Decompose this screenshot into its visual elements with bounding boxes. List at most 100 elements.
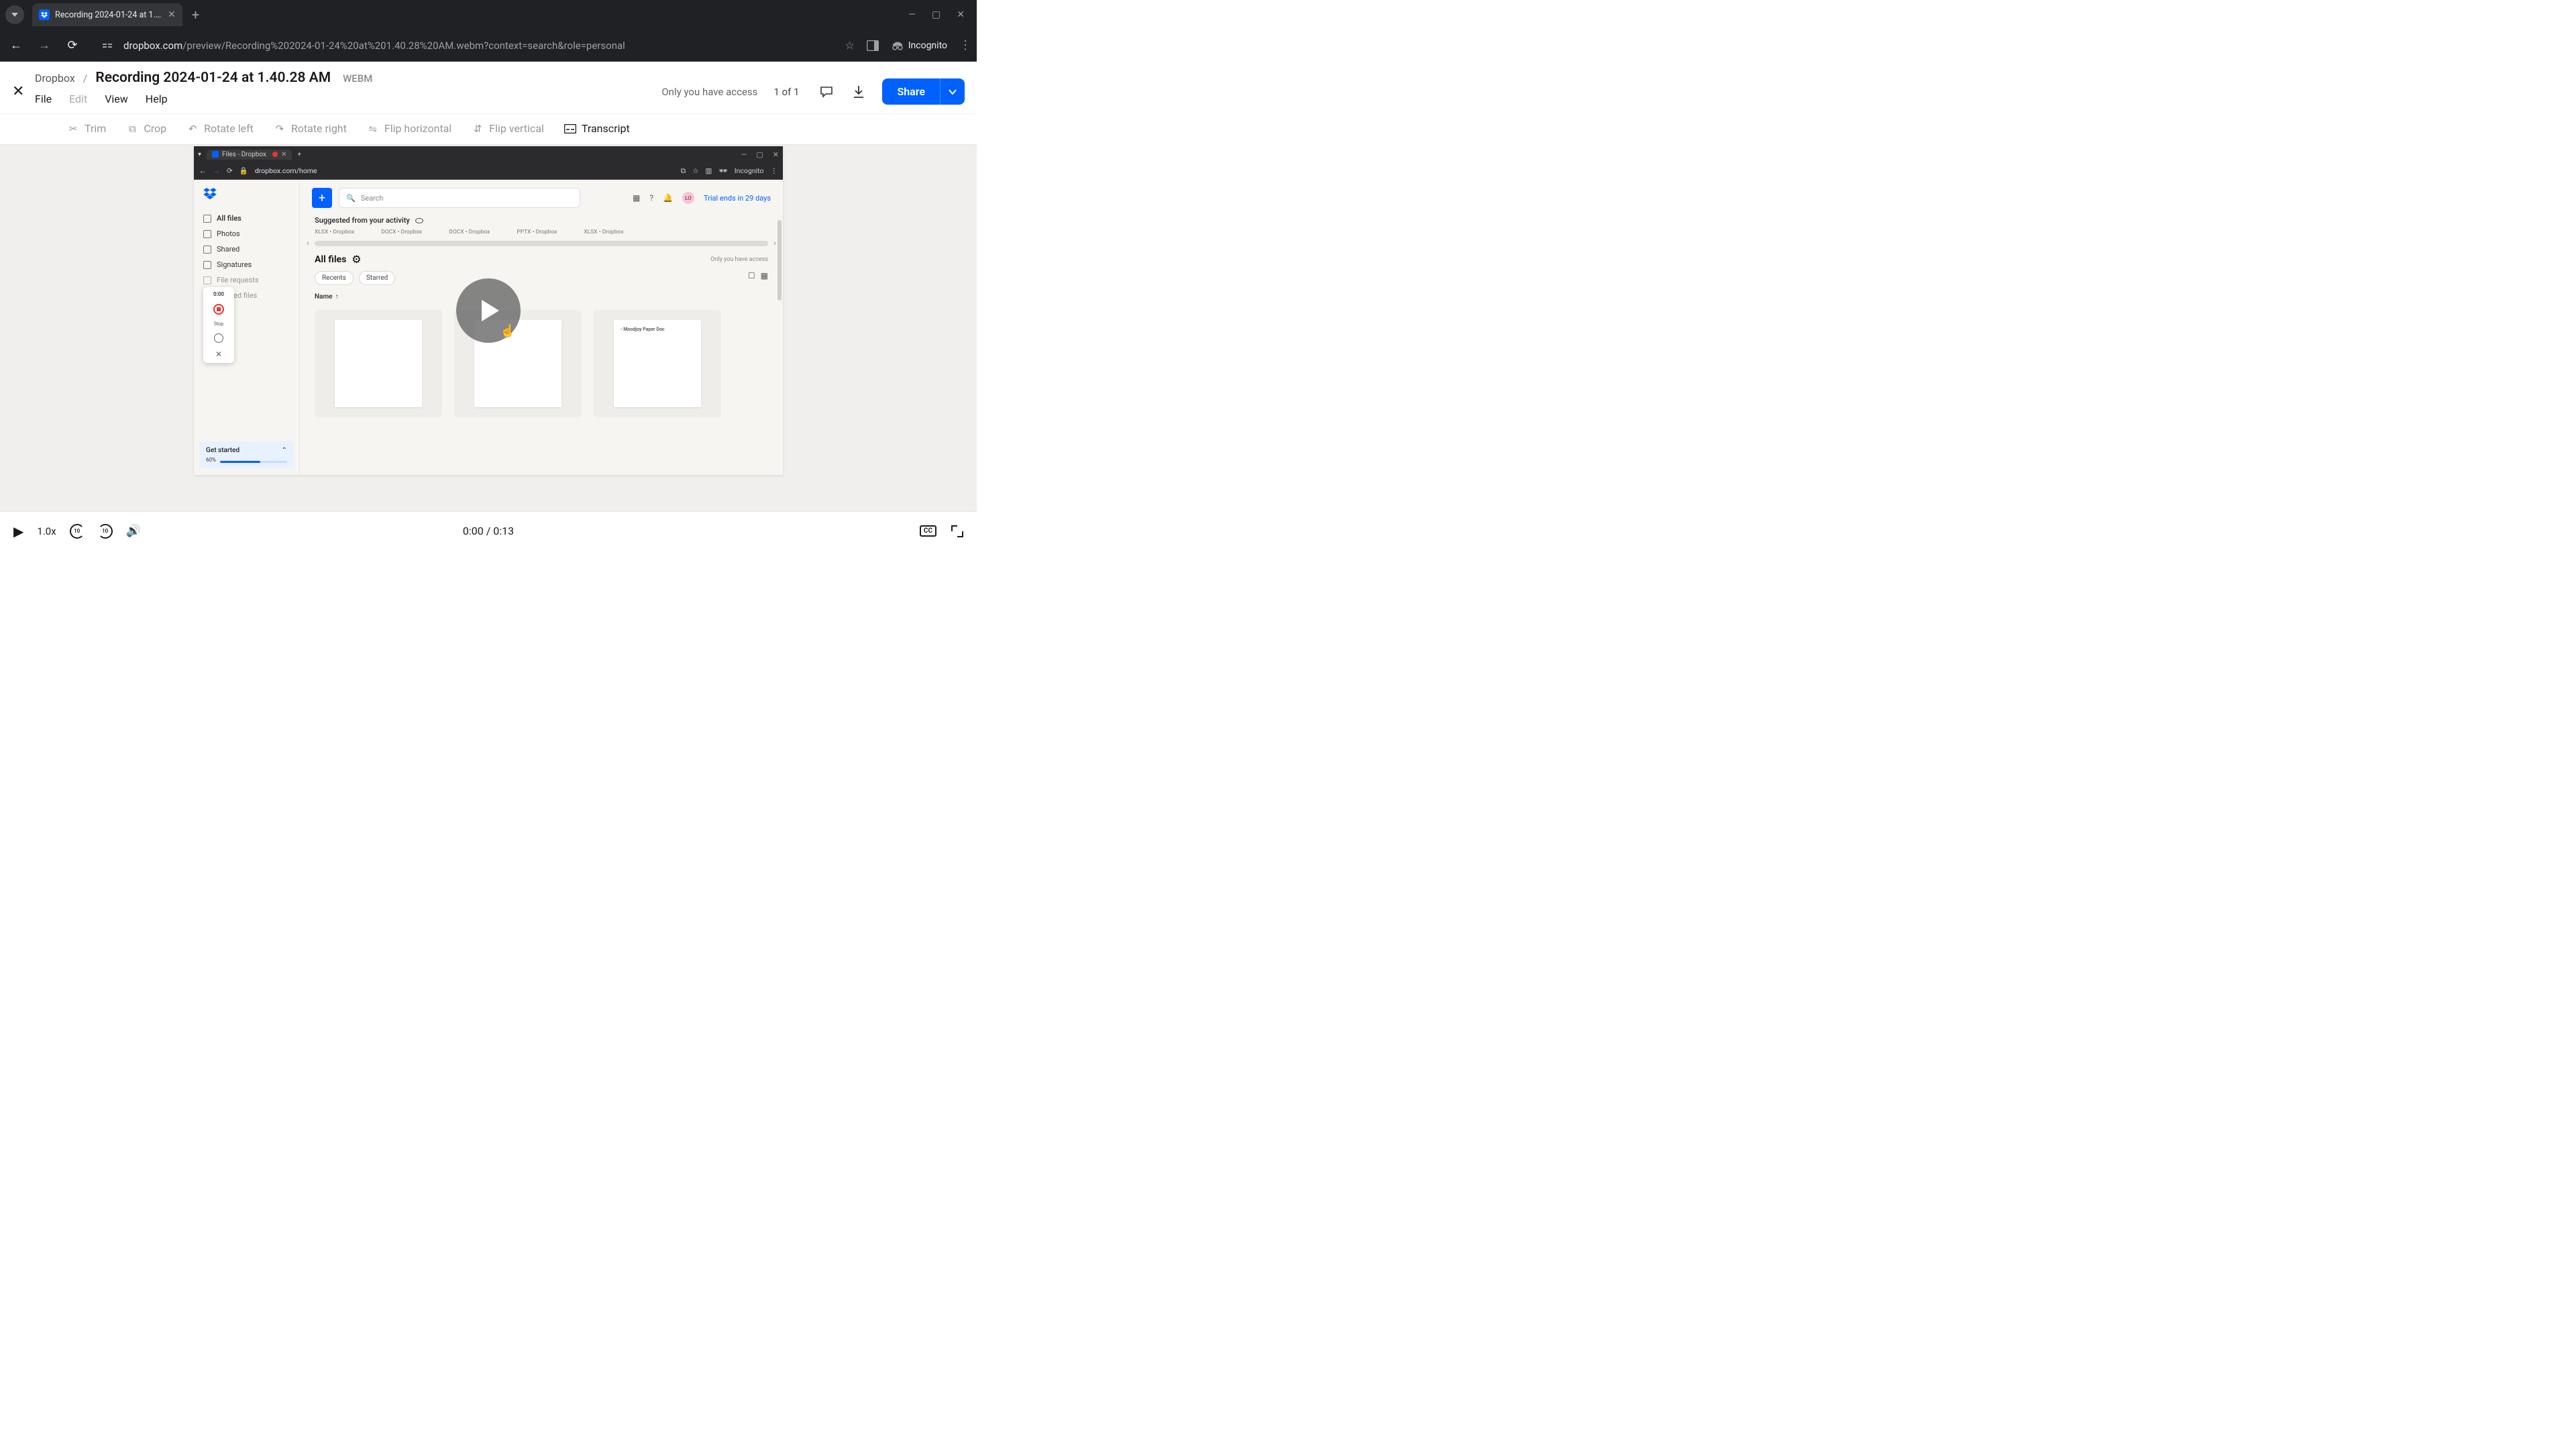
inner-browser-chrome: ▾ Files - Dropbox ✕ + ― ▢ ✕ ← [194, 146, 783, 180]
inner-minimize-icon: ― [741, 150, 747, 159]
rec-stop-icon [213, 304, 224, 315]
menu-help[interactable]: Help [146, 93, 168, 105]
close-window-icon[interactable]: ✕ [957, 9, 965, 20]
close-preview-button[interactable]: ✕ [12, 83, 35, 100]
transcript-tool[interactable]: Transcript [564, 122, 630, 135]
suggested-scrollbar [315, 241, 768, 246]
tab-close-icon[interactable]: ✕ [168, 9, 176, 20]
suggested-row: XLSX • Dropbox DOCX • Dropbox DOCX • Dro… [300, 225, 783, 238]
flip-vertical-tool[interactable]: ⇵Flip vertical [472, 122, 544, 135]
menu-edit[interactable]: Edit [69, 93, 87, 105]
flip-v-icon: ⇵ [472, 123, 484, 135]
suggested-item: PPTX • Dropbox [517, 229, 557, 235]
get-started-label: Get started [206, 447, 239, 454]
skip-back-button[interactable]: 10 [70, 524, 85, 539]
apps-grid-icon: ▦ [633, 193, 640, 203]
share-button[interactable]: Share [882, 78, 940, 105]
video-player-bar: ▶ 1.0x 10 10 🔊 0:00 / 0:13 CC [0, 511, 977, 550]
gear-icon: ⚙ [352, 253, 361, 266]
breadcrumb-root[interactable]: Dropbox [35, 72, 75, 85]
signatures-icon [203, 261, 211, 269]
preview-canvas: ▾ Files - Dropbox ✕ + ― ▢ ✕ ← [0, 145, 977, 511]
access-mini: Only you have access [710, 256, 768, 263]
inner-back-icon: ← [199, 166, 207, 175]
browser-menu-icon[interactable]: ⋮ [959, 38, 970, 52]
rec-stop-label: Stop [214, 321, 223, 327]
grid-view-icon: ▦ [761, 271, 768, 285]
inner-dropbox-favicon-icon [212, 151, 219, 158]
share-caret-button[interactable] [940, 78, 965, 105]
inner-panel-icon: ▥ [706, 166, 712, 175]
incognito-badge[interactable]: Incognito [891, 40, 947, 51]
crop-tool[interactable]: ⧉Crop [126, 122, 166, 135]
captions-button[interactable]: CC [920, 525, 936, 537]
item-counter: 1 of 1 [773, 86, 799, 98]
new-tab-button[interactable]: + [192, 7, 199, 23]
file-card [315, 310, 442, 417]
suggested-item: DOCX • Dropbox [449, 229, 490, 235]
recording-popup: 0:00 Stop ✕ [203, 287, 234, 363]
volume-icon[interactable]: 🔊 [126, 524, 141, 538]
inner-maximize-icon: ▢ [756, 150, 763, 159]
play-button[interactable]: ▶ [13, 523, 23, 539]
url-text: dropbox.com/preview/Recording%202024-01-… [123, 40, 625, 52]
inner-new-tab-icon: + [297, 151, 301, 158]
bookmark-icon[interactable]: ☆ [845, 39, 854, 52]
rec-close-icon: ✕ [215, 350, 222, 359]
dropbox-logo-icon [203, 188, 217, 201]
site-info-icon[interactable] [101, 38, 115, 53]
rotate-right-icon: ↷ [274, 123, 286, 135]
comments-icon[interactable] [818, 83, 835, 101]
rotate-left-tool[interactable]: ↶Rotate left [186, 122, 254, 135]
minimize-icon[interactable]: ― [908, 9, 916, 20]
flip-h-icon: ⇋ [367, 123, 379, 135]
photos-icon [203, 230, 211, 238]
browser-tab[interactable]: Recording 2024-01-24 at 1.40.2… ✕ [32, 3, 182, 26]
inner-incognito-label: Incognito [735, 166, 764, 175]
playback-speed[interactable]: 1.0x [37, 525, 56, 537]
side-panel-icon[interactable] [867, 40, 879, 51]
file-card: - Moodjoy Paper Doc [594, 310, 721, 417]
cursor-pointer-icon: ☝ [500, 324, 515, 338]
forward-button[interactable]: → [35, 38, 54, 52]
shared-icon [203, 246, 211, 254]
search-icon: 🔍 [346, 194, 356, 203]
menu-view[interactable]: View [105, 93, 128, 105]
fullscreen-button[interactable] [951, 525, 963, 537]
rotate-right-tool[interactable]: ↷Rotate right [274, 122, 347, 135]
suggested-item: DOCX • Dropbox [381, 229, 422, 235]
tab-search-button[interactable] [5, 5, 24, 24]
address-bar[interactable]: dropbox.com/preview/Recording%202024-01-… [91, 34, 827, 57]
tab-strip: Recording 2024-01-24 at 1.40.2… ✕ + ― ▢ … [0, 0, 977, 30]
maximize-icon[interactable]: ▢ [932, 9, 941, 20]
download-icon[interactable] [850, 83, 867, 101]
inner-forward-icon: → [213, 166, 221, 175]
checkbox-icon: ☐ [748, 271, 755, 285]
inner-tab-close-icon: ✕ [281, 151, 286, 158]
file-ext: WEBM [343, 72, 372, 85]
suggested-item: XLSX • Dropbox [584, 229, 623, 235]
get-started-card: Get started ⌃ 60% [199, 441, 294, 468]
menu-file[interactable]: File [35, 93, 52, 105]
video-frame[interactable]: ▾ Files - Dropbox ✕ + ― ▢ ✕ ← [194, 146, 783, 475]
dropbox-favicon-icon [39, 9, 50, 20]
back-button[interactable]: ← [7, 38, 25, 52]
skip-forward-button[interactable]: 10 [98, 524, 113, 539]
bell-icon: 🔔 [663, 193, 673, 203]
rec-time: 0:00 [213, 291, 224, 297]
trim-icon: ✂ [67, 123, 79, 135]
trial-label: Trial ends in 29 days [704, 194, 771, 203]
flip-horizontal-tool[interactable]: ⇋Flip horizontal [367, 122, 451, 135]
help-icon: ? [649, 193, 653, 203]
menu-bar: File Edit View Help [35, 86, 661, 113]
sidebar-all-files: All files [194, 211, 299, 226]
inner-site-info-icon: 🔒 [239, 166, 248, 175]
inner-reload-icon: ⟳ [227, 166, 233, 175]
inner-bookmark-icon: ☆ [692, 166, 698, 175]
reload-button[interactable]: ⟳ [63, 38, 82, 52]
trim-tool[interactable]: ✂Trim [67, 122, 106, 135]
rotate-left-icon: ↶ [186, 123, 199, 135]
card-title: - Moodjoy Paper Doc [621, 327, 694, 332]
requests-icon [203, 276, 211, 284]
inner-menu-icon: ⋮ [771, 166, 778, 175]
